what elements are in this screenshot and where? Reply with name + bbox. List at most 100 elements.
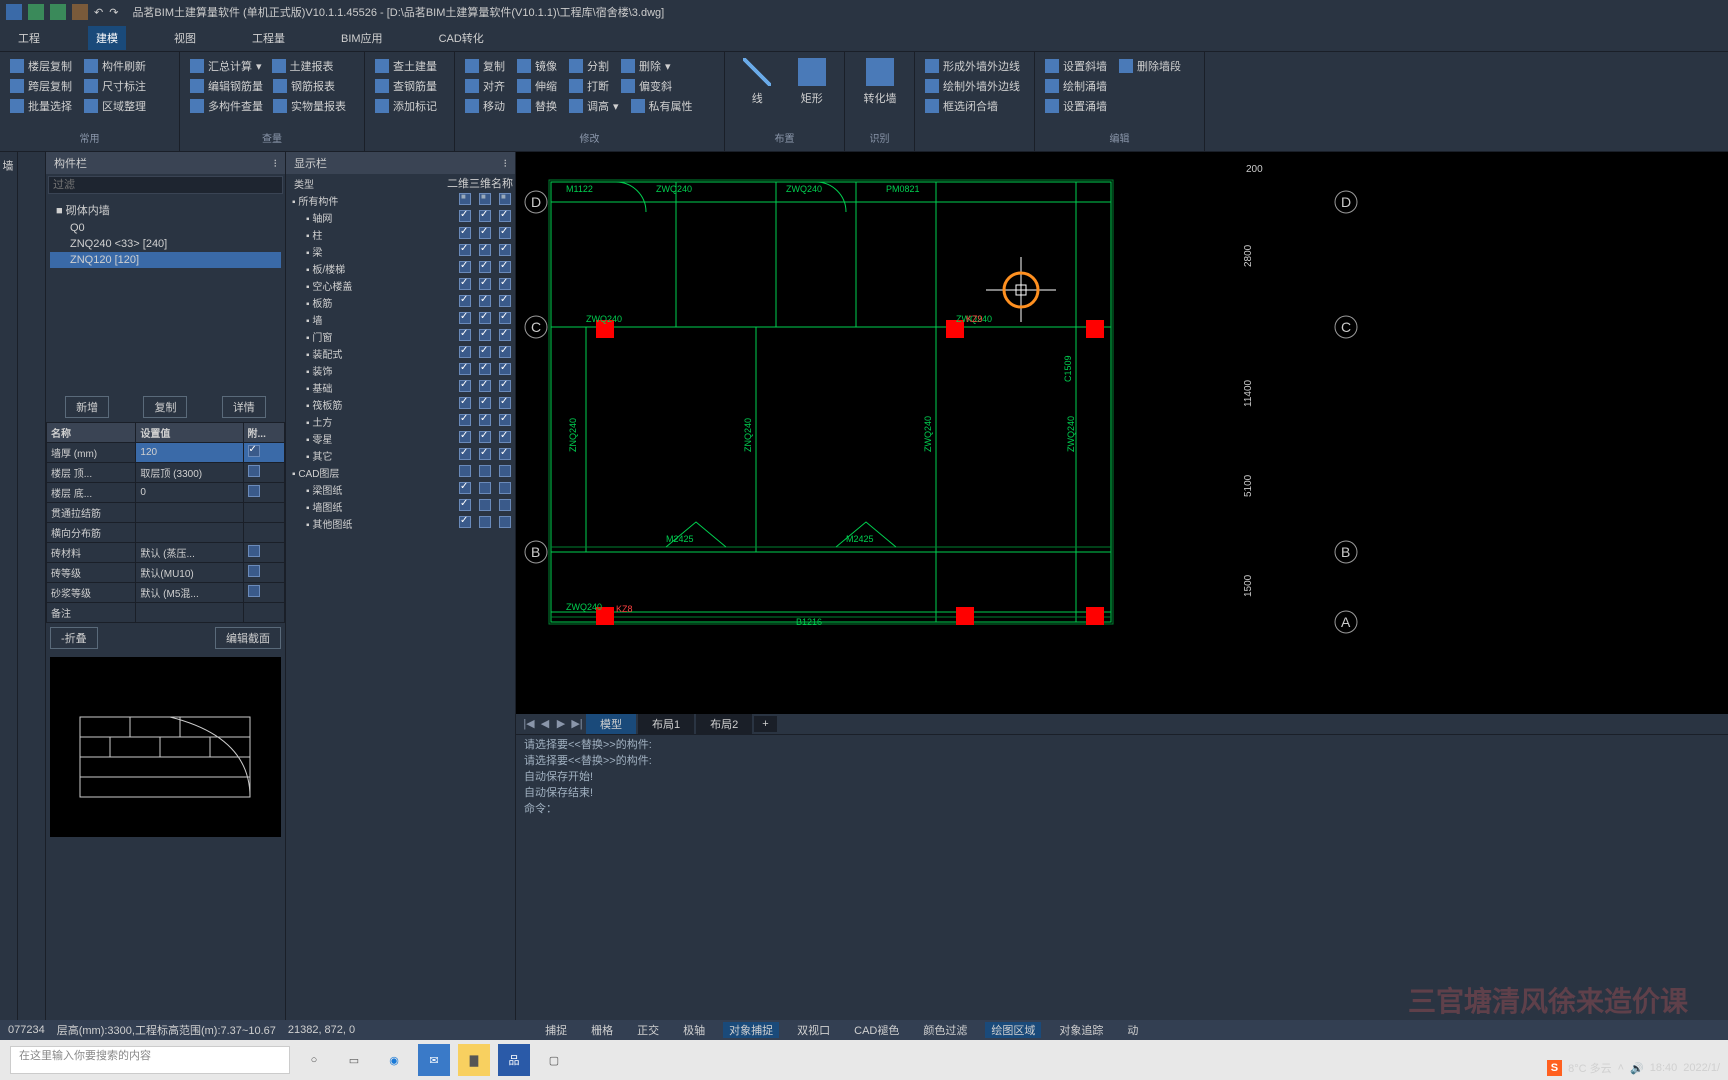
stretch-button[interactable]: 伸缩 [517, 78, 557, 94]
polar-toggle[interactable]: 极轴 [677, 1022, 711, 1038]
taskview-icon[interactable]: ▭ [338, 1044, 370, 1076]
tree-znq240[interactable]: ZNQ240 <33> [240] [50, 236, 281, 252]
chk-name[interactable] [499, 482, 511, 494]
redo-icon[interactable]: ↷ [109, 6, 118, 19]
add-button[interactable]: 新增 [65, 396, 109, 418]
copy-button[interactable]: 复制 [465, 58, 505, 74]
tab-layout1[interactable]: 布局1 [638, 714, 694, 734]
otrack-toggle[interactable]: 对象追踪 [1053, 1022, 1109, 1038]
chk-name[interactable] [499, 329, 511, 341]
chk-name[interactable] [499, 414, 511, 426]
disp-row[interactable]: ▪ 土方 [286, 413, 455, 430]
chk-name[interactable] [499, 278, 511, 290]
break-button[interactable]: 打断 [569, 78, 609, 94]
tab-add[interactable]: + [754, 716, 776, 732]
cortana-icon[interactable]: ○ [298, 1044, 330, 1076]
area-tidy-button[interactable]: 区域整理 [84, 98, 146, 114]
chk-2d[interactable] [459, 329, 471, 341]
chk-name[interactable] [499, 448, 511, 460]
disp-row[interactable]: ▪ 零星 [286, 430, 455, 447]
drawarea-toggle[interactable]: 绘图区域 [985, 1022, 1041, 1038]
other-app-icon[interactable]: ▢ [538, 1044, 570, 1076]
chk-2d[interactable] [459, 499, 471, 511]
private-prop-button[interactable]: 私有属性 [631, 98, 693, 114]
dimension-button[interactable]: 尺寸标注 [84, 78, 146, 94]
check-civil-button[interactable]: 查土建量 [375, 58, 444, 74]
menu-cad[interactable]: CAD转化 [431, 26, 492, 50]
chk-3d[interactable] [479, 210, 491, 222]
ortho-toggle[interactable]: 正交 [631, 1022, 665, 1038]
chk-name[interactable] [499, 295, 511, 307]
disp-row[interactable]: ▪ 板/楼梯 [286, 260, 455, 277]
chk-name[interactable] [499, 380, 511, 392]
chk-2d[interactable] [459, 465, 471, 477]
chk-2d[interactable] [459, 346, 471, 358]
chk-name[interactable] [499, 499, 511, 511]
edit-rebar-button[interactable]: 编辑钢筋量 [190, 78, 263, 94]
chk-2d[interactable] [459, 295, 471, 307]
tab-next-icon[interactable]: ▶ [554, 717, 568, 731]
menu-bim[interactable]: BIM应用 [333, 26, 391, 50]
mirror-button[interactable]: 镜像 [517, 58, 557, 74]
disp-row[interactable]: ▪ 其他图纸 [286, 515, 455, 532]
filter-input[interactable] [48, 176, 283, 194]
disp-row[interactable]: ▪ 轴网 [286, 209, 455, 226]
chk-3d[interactable] [479, 346, 491, 358]
disp-row[interactable]: ▪ 装饰 [286, 362, 455, 379]
split-button[interactable]: 分割 [569, 58, 609, 74]
disp-row[interactable]: ▪ 门窗 [286, 328, 455, 345]
fold-button[interactable]: -折叠 [50, 627, 98, 649]
chk-3d[interactable] [479, 244, 491, 256]
panel-menu-icon[interactable]: ⁝ [274, 157, 278, 170]
panel-menu-icon[interactable]: ⁝ [504, 157, 508, 170]
chk-2d[interactable] [459, 516, 471, 528]
grid-toggle[interactable]: 栅格 [585, 1022, 619, 1038]
tree-masonry-wall[interactable]: ■ 砌体内墙 [50, 200, 281, 220]
menu-quantity[interactable]: 工程量 [244, 26, 293, 50]
disp-row[interactable]: ▪ CAD图层 [286, 464, 455, 481]
tab-prev-icon[interactable]: ◀ [538, 717, 552, 731]
menu-project[interactable]: 工程 [10, 26, 48, 50]
delete-wall-seg-button[interactable]: 删除墙段 [1119, 58, 1181, 74]
chk-name[interactable] [499, 397, 511, 409]
chk-name[interactable] [499, 244, 511, 256]
cadfade-toggle[interactable]: CAD褪色 [848, 1022, 905, 1038]
box-close-wall-button[interactable]: 框选闭合墙 [925, 98, 1024, 114]
tab-model[interactable]: 模型 [586, 714, 636, 734]
summary-calc-button[interactable]: 汇总计算 ▾ [190, 58, 262, 74]
osnap-toggle[interactable]: 对象捕捉 [723, 1022, 779, 1038]
mail-icon[interactable]: ✉ [418, 1044, 450, 1076]
chk-3d[interactable] [479, 312, 491, 324]
disp-row[interactable]: ▪ 梁图纸 [286, 481, 455, 498]
dyn-toggle[interactable]: 动 [1121, 1022, 1144, 1038]
windows-search[interactable]: 在这里输入你要搜索的内容 [10, 1046, 290, 1074]
chk-3d[interactable] [479, 516, 491, 528]
clock-time[interactable]: 18:40 [1650, 1062, 1678, 1074]
disp-row[interactable]: ▪ 其它 [286, 447, 455, 464]
menu-modeling[interactable]: 建模 [88, 26, 126, 50]
ime-badge[interactable]: S [1547, 1060, 1562, 1076]
chk-name[interactable] [499, 261, 511, 273]
chk-2d[interactable] [459, 431, 471, 443]
weather[interactable]: 8°C 多云 [1568, 1060, 1612, 1076]
offset-button[interactable]: 偏变斜 [621, 78, 672, 94]
chk-2d[interactable] [459, 448, 471, 460]
chk-2d[interactable] [459, 380, 471, 392]
chk-2d[interactable] [459, 227, 471, 239]
chk-3d[interactable] [479, 193, 491, 205]
tree-znq120[interactable]: ZNQ120 [120] [50, 252, 281, 268]
draw-yong-button[interactable]: 绘制涌墙 [1045, 78, 1194, 94]
add-mark-button[interactable]: 添加标记 [375, 98, 444, 114]
tab-layout2[interactable]: 布局2 [696, 714, 752, 734]
disp-row[interactable]: ▪ 墙 [286, 311, 455, 328]
tray-up-icon[interactable]: ˄ [1618, 1062, 1624, 1074]
tab-last-icon[interactable]: ▶| [570, 717, 584, 731]
disp-row[interactable]: ▪ 装配式 [286, 345, 455, 362]
chk-3d[interactable] [479, 227, 491, 239]
dualview-toggle[interactable]: 双视口 [791, 1022, 836, 1038]
chk-2d[interactable] [459, 482, 471, 494]
batch-select-button[interactable]: 批量选择 [10, 98, 72, 114]
detail-button[interactable]: 详情 [222, 396, 266, 418]
chk-2d[interactable] [459, 278, 471, 290]
chk-name[interactable] [499, 227, 511, 239]
